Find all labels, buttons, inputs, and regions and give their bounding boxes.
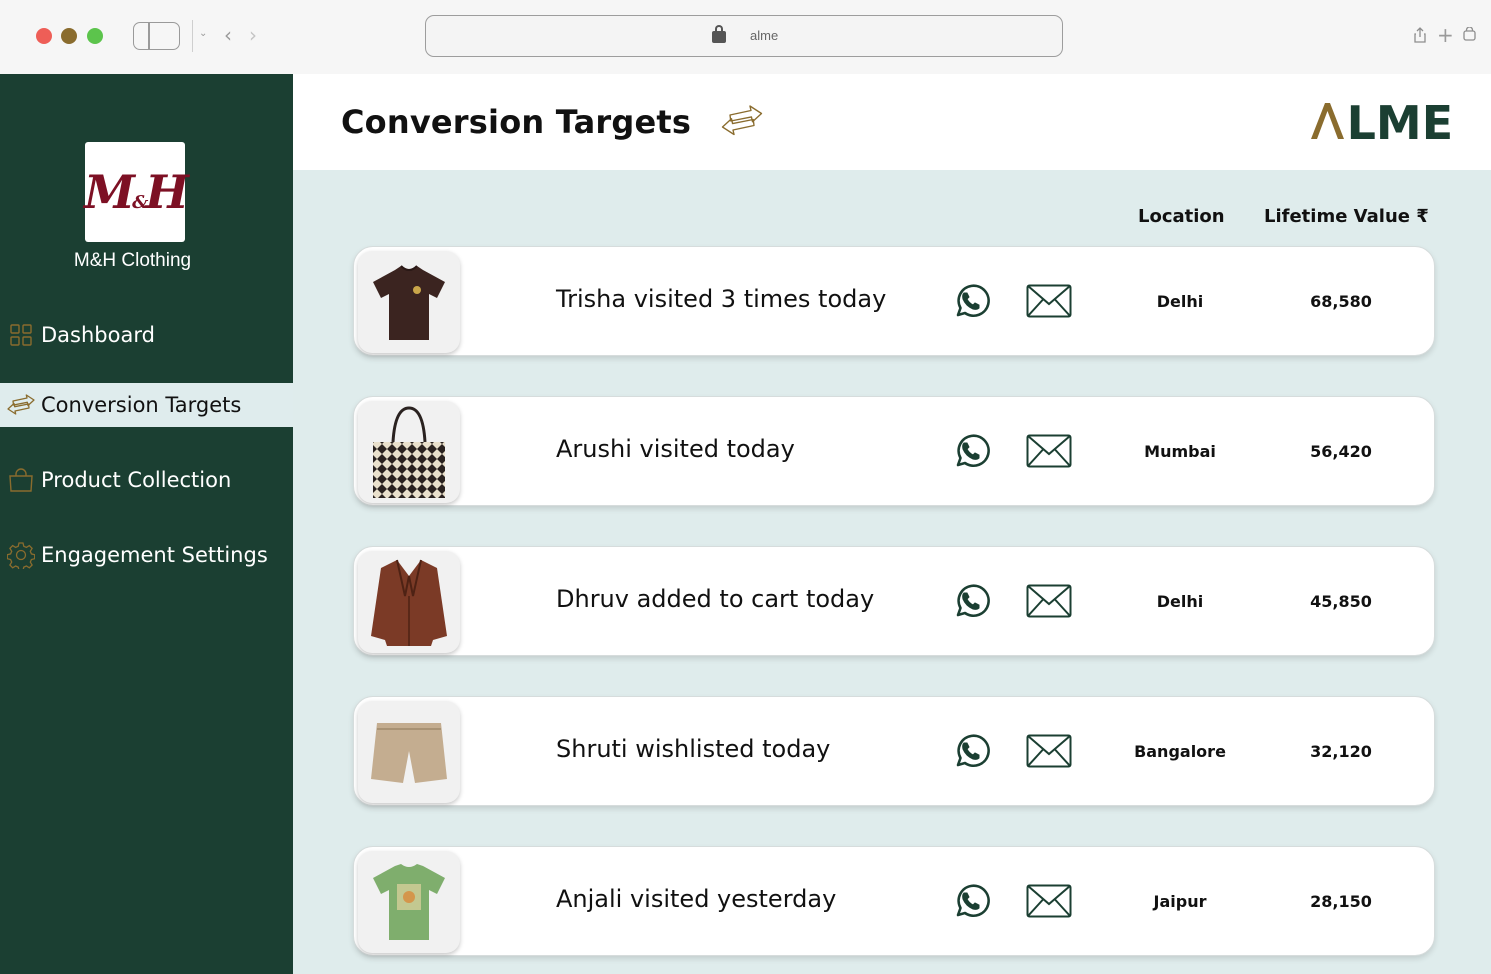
product-thumbnail-brown-blazer [358,551,460,653]
sidebar-item-label: Engagement Settings [41,543,268,567]
sidebar-item-product-collection[interactable]: Product Collection [0,458,293,502]
whatsapp-icon[interactable] [950,881,990,925]
table-row[interactable]: Arushi visited today Mumbai 56,420 [353,396,1435,506]
mail-icon[interactable] [1026,434,1072,472]
tabs-overview-icon[interactable] [1463,26,1476,44]
forward-arrow-icon[interactable]: › [249,25,257,45]
activity-text: Arushi visited today [556,435,795,463]
chevron-down-icon[interactable]: ⌄ [199,29,207,39]
sidebar-item-label: Product Collection [41,468,232,492]
alme-logo: ALME [1311,96,1457,150]
mail-icon[interactable] [1026,584,1072,622]
location-value: Delhi [1156,592,1204,611]
mail-icon[interactable] [1026,884,1072,922]
back-arrow-icon[interactable]: ‹ [224,25,232,45]
address-bar[interactable]: alme [425,15,1063,57]
column-header-location: Location [1138,206,1225,227]
sidebar-item-conversion-targets[interactable]: Conversion Targets [0,383,293,427]
whatsapp-icon[interactable] [950,281,990,325]
lifetime-value: 68,580 [1310,292,1372,311]
product-thumbnail-beige-shorts [358,701,460,803]
lifetime-value: 28,150 [1310,892,1372,911]
product-thumbnail-brown-tshirt [358,251,460,353]
sidebar-item-label: Dashboard [41,323,155,347]
share-icon[interactable] [1414,27,1426,46]
minimize-window-button[interactable] [61,28,77,44]
lifetime-value: 56,420 [1310,442,1372,461]
product-thumbnail-tote-bag [358,401,460,503]
maximize-window-button[interactable] [87,28,103,44]
activity-text: Shruti wishlisted today [556,735,831,763]
brand-name: M&H Clothing [73,250,192,271]
lifetime-value: 45,850 [1310,592,1372,611]
location-value: Mumbai [1144,442,1216,461]
activity-text: Trisha visited 3 times today [556,285,887,313]
mail-icon[interactable] [1026,284,1072,322]
whatsapp-icon[interactable] [950,431,990,475]
sidebar-item-dashboard[interactable]: Dashboard [0,313,293,357]
lock-icon [712,25,726,43]
swap-arrows-icon [721,104,763,142]
location-value: Jaipur [1153,892,1207,911]
activity-text: Anjali visited yesterday [556,885,837,913]
sidebar-toggle-icon[interactable] [133,22,180,50]
whatsapp-icon[interactable] [950,731,990,775]
close-window-button[interactable] [36,28,52,44]
table-row[interactable]: Anjali visited yesterday Jaipur 28,150 [353,846,1435,956]
brand-logo-text: M&H [84,165,189,219]
product-thumbnail-green-tshirt [358,851,460,953]
lifetime-value: 32,120 [1310,742,1372,761]
table-row[interactable]: Shruti wishlisted today Bangalore 32,120 [353,696,1435,806]
address-text: alme [750,28,779,43]
page-title: Conversion Targets [341,103,692,141]
sidebar-item-engagement-settings[interactable]: Engagement Settings [0,533,293,577]
browser-chrome: ⌄ ‹ › alme + [0,0,1491,74]
activity-text: Dhruv added to cart today [556,585,875,613]
location-value: Bangalore [1134,742,1226,761]
whatsapp-icon[interactable] [950,581,990,625]
shopping-bag-icon [0,468,41,492]
page-header: Conversion Targets ALME [293,74,1491,170]
table-row[interactable]: Trisha visited 3 times today Delhi 68,58… [353,246,1435,356]
grid-icon [0,323,41,347]
mail-icon[interactable] [1026,734,1072,772]
swap-arrows-icon [0,394,41,416]
divider [192,20,193,52]
sidebar: M&H M&H Clothing Dashboard Conversion Ta… [0,74,293,974]
conversion-targets-list: Location Lifetime Value ₹ Trisha visited… [293,170,1491,974]
location-value: Delhi [1156,292,1204,311]
brand-logo: M&H [84,142,189,242]
new-tab-icon[interactable]: + [1437,25,1454,45]
gear-icon [0,541,41,569]
sidebar-item-label: Conversion Targets [41,393,242,417]
table-row[interactable]: Dhruv added to cart today Delhi 45,850 [353,546,1435,656]
column-header-lifetime-value: Lifetime Value ₹ [1264,206,1429,227]
